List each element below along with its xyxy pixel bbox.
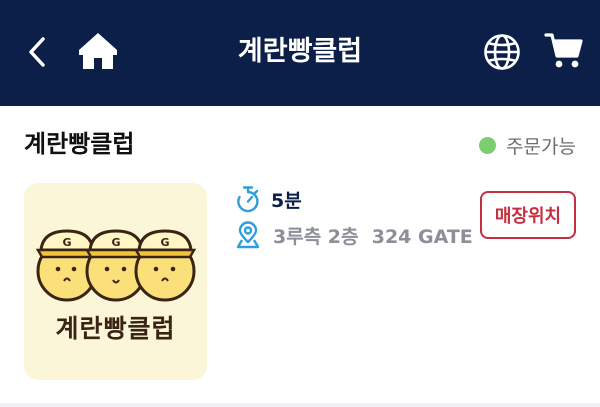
top-navigation-bar: 계란빵클럽 [0,0,600,106]
stopwatch-icon [235,185,261,213]
wait-time-text: 5분 [271,189,302,212]
store-logo: G G G 계란빵클럽 [24,183,207,380]
svg-text:G: G [62,236,71,249]
location-row: 3루측 2층 324 GATE [235,219,473,251]
status-label: 주문가능 [506,135,576,158]
svg-text:G: G [160,236,169,249]
globe-icon[interactable] [482,32,522,72]
section-divider [0,403,600,407]
home-icon[interactable] [76,30,120,72]
chevron-left-icon[interactable] [22,34,52,70]
store-name: 계란빵클럽 [24,130,135,158]
location-text: 3루측 2층 324 GATE [273,225,473,248]
order-status: 주문가능 [479,130,576,160]
status-dot-icon [479,136,497,154]
page-title: 계란빵클럽 [237,36,363,67]
egg-characters-illustration: GGG [35,229,197,302]
logo-wordmark: 계란빵클럽 [55,314,176,343]
wait-time-row: 5분 [235,183,302,215]
cart-icon[interactable] [544,30,584,70]
map-pin-icon [235,221,261,249]
store-location-button[interactable]: 매장위치 [480,191,576,239]
svg-text:G: G [111,236,120,249]
